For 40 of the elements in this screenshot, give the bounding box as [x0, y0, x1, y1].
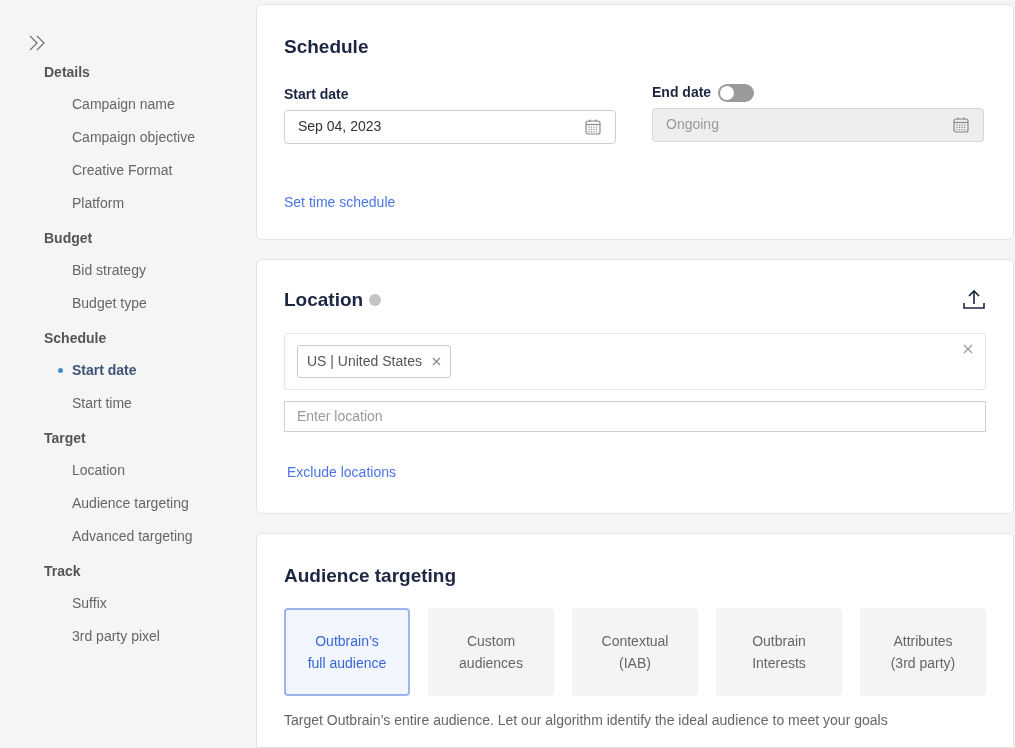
set-time-schedule-link[interactable]: Set time schedule: [284, 191, 396, 213]
card-title: Audience targeting: [284, 564, 457, 588]
card-title: Schedule: [284, 35, 369, 59]
sidebar-item[interactable]: Audience targeting: [72, 493, 189, 514]
sidebar-item[interactable]: Campaign name: [72, 94, 175, 115]
field-label: Start date: [284, 84, 349, 104]
exclude-locations-link[interactable]: Exclude locations: [287, 461, 396, 483]
audience-option[interactable]: Outbrain Interests: [716, 607, 842, 696]
sidebar-item[interactable]: Creative Format: [72, 160, 173, 181]
sidebar-item[interactable]: Suffix: [72, 593, 107, 614]
sidebar-item[interactable]: Campaign objective: [72, 127, 195, 148]
sidebar-section-title: Target: [44, 429, 86, 448]
sidebar-item[interactable]: Budget type: [72, 293, 147, 314]
sidebar-item[interactable]: Start time: [72, 393, 132, 414]
calendar-icon[interactable]: [584, 117, 602, 136]
field-label: End date: [652, 83, 712, 102]
sidebar-section-title: Track: [44, 562, 81, 581]
sidebar-section-title: Budget: [44, 229, 93, 248]
upload-icon[interactable]: [962, 289, 986, 312]
clear-icon[interactable]: [963, 343, 973, 354]
sidebar-section-title: Schedule: [44, 329, 107, 348]
audience-description: Target Outbrain’s entire audience. Let our algorithm identify the ideal audience to meet your goals: [284, 710, 889, 730]
sidebar-item[interactable]: Platform: [72, 193, 125, 214]
audience-option[interactable]: Contextual (IAB): [572, 607, 698, 696]
start-date-field[interactable]: Sep 04, 2023: [284, 109, 616, 144]
sidebar-item[interactable]: Bid strategy: [72, 260, 146, 281]
audience-option[interactable]: Attributes (3rd party): [860, 607, 986, 696]
audience-option[interactable]: Custom audiences: [428, 607, 554, 696]
sidebar-item[interactable]: Start date: [72, 360, 137, 381]
expand-icon[interactable]: [28, 34, 46, 52]
sidebar-section-title: Details: [44, 63, 90, 82]
tag-label: US | United States: [307, 351, 422, 371]
remove-icon[interactable]: [431, 356, 441, 366]
card-title: Location: [284, 288, 364, 312]
location-input[interactable]: Enter location: [284, 400, 986, 432]
sidebar-item[interactable]: 3rd party pixel: [72, 626, 160, 647]
sidebar-item[interactable]: Advanced targeting: [72, 526, 193, 547]
sidebar-item[interactable]: Location: [72, 460, 125, 481]
audience-option[interactable]: Outbrain’s full audience: [284, 607, 410, 696]
info-icon[interactable]: [369, 294, 382, 307]
